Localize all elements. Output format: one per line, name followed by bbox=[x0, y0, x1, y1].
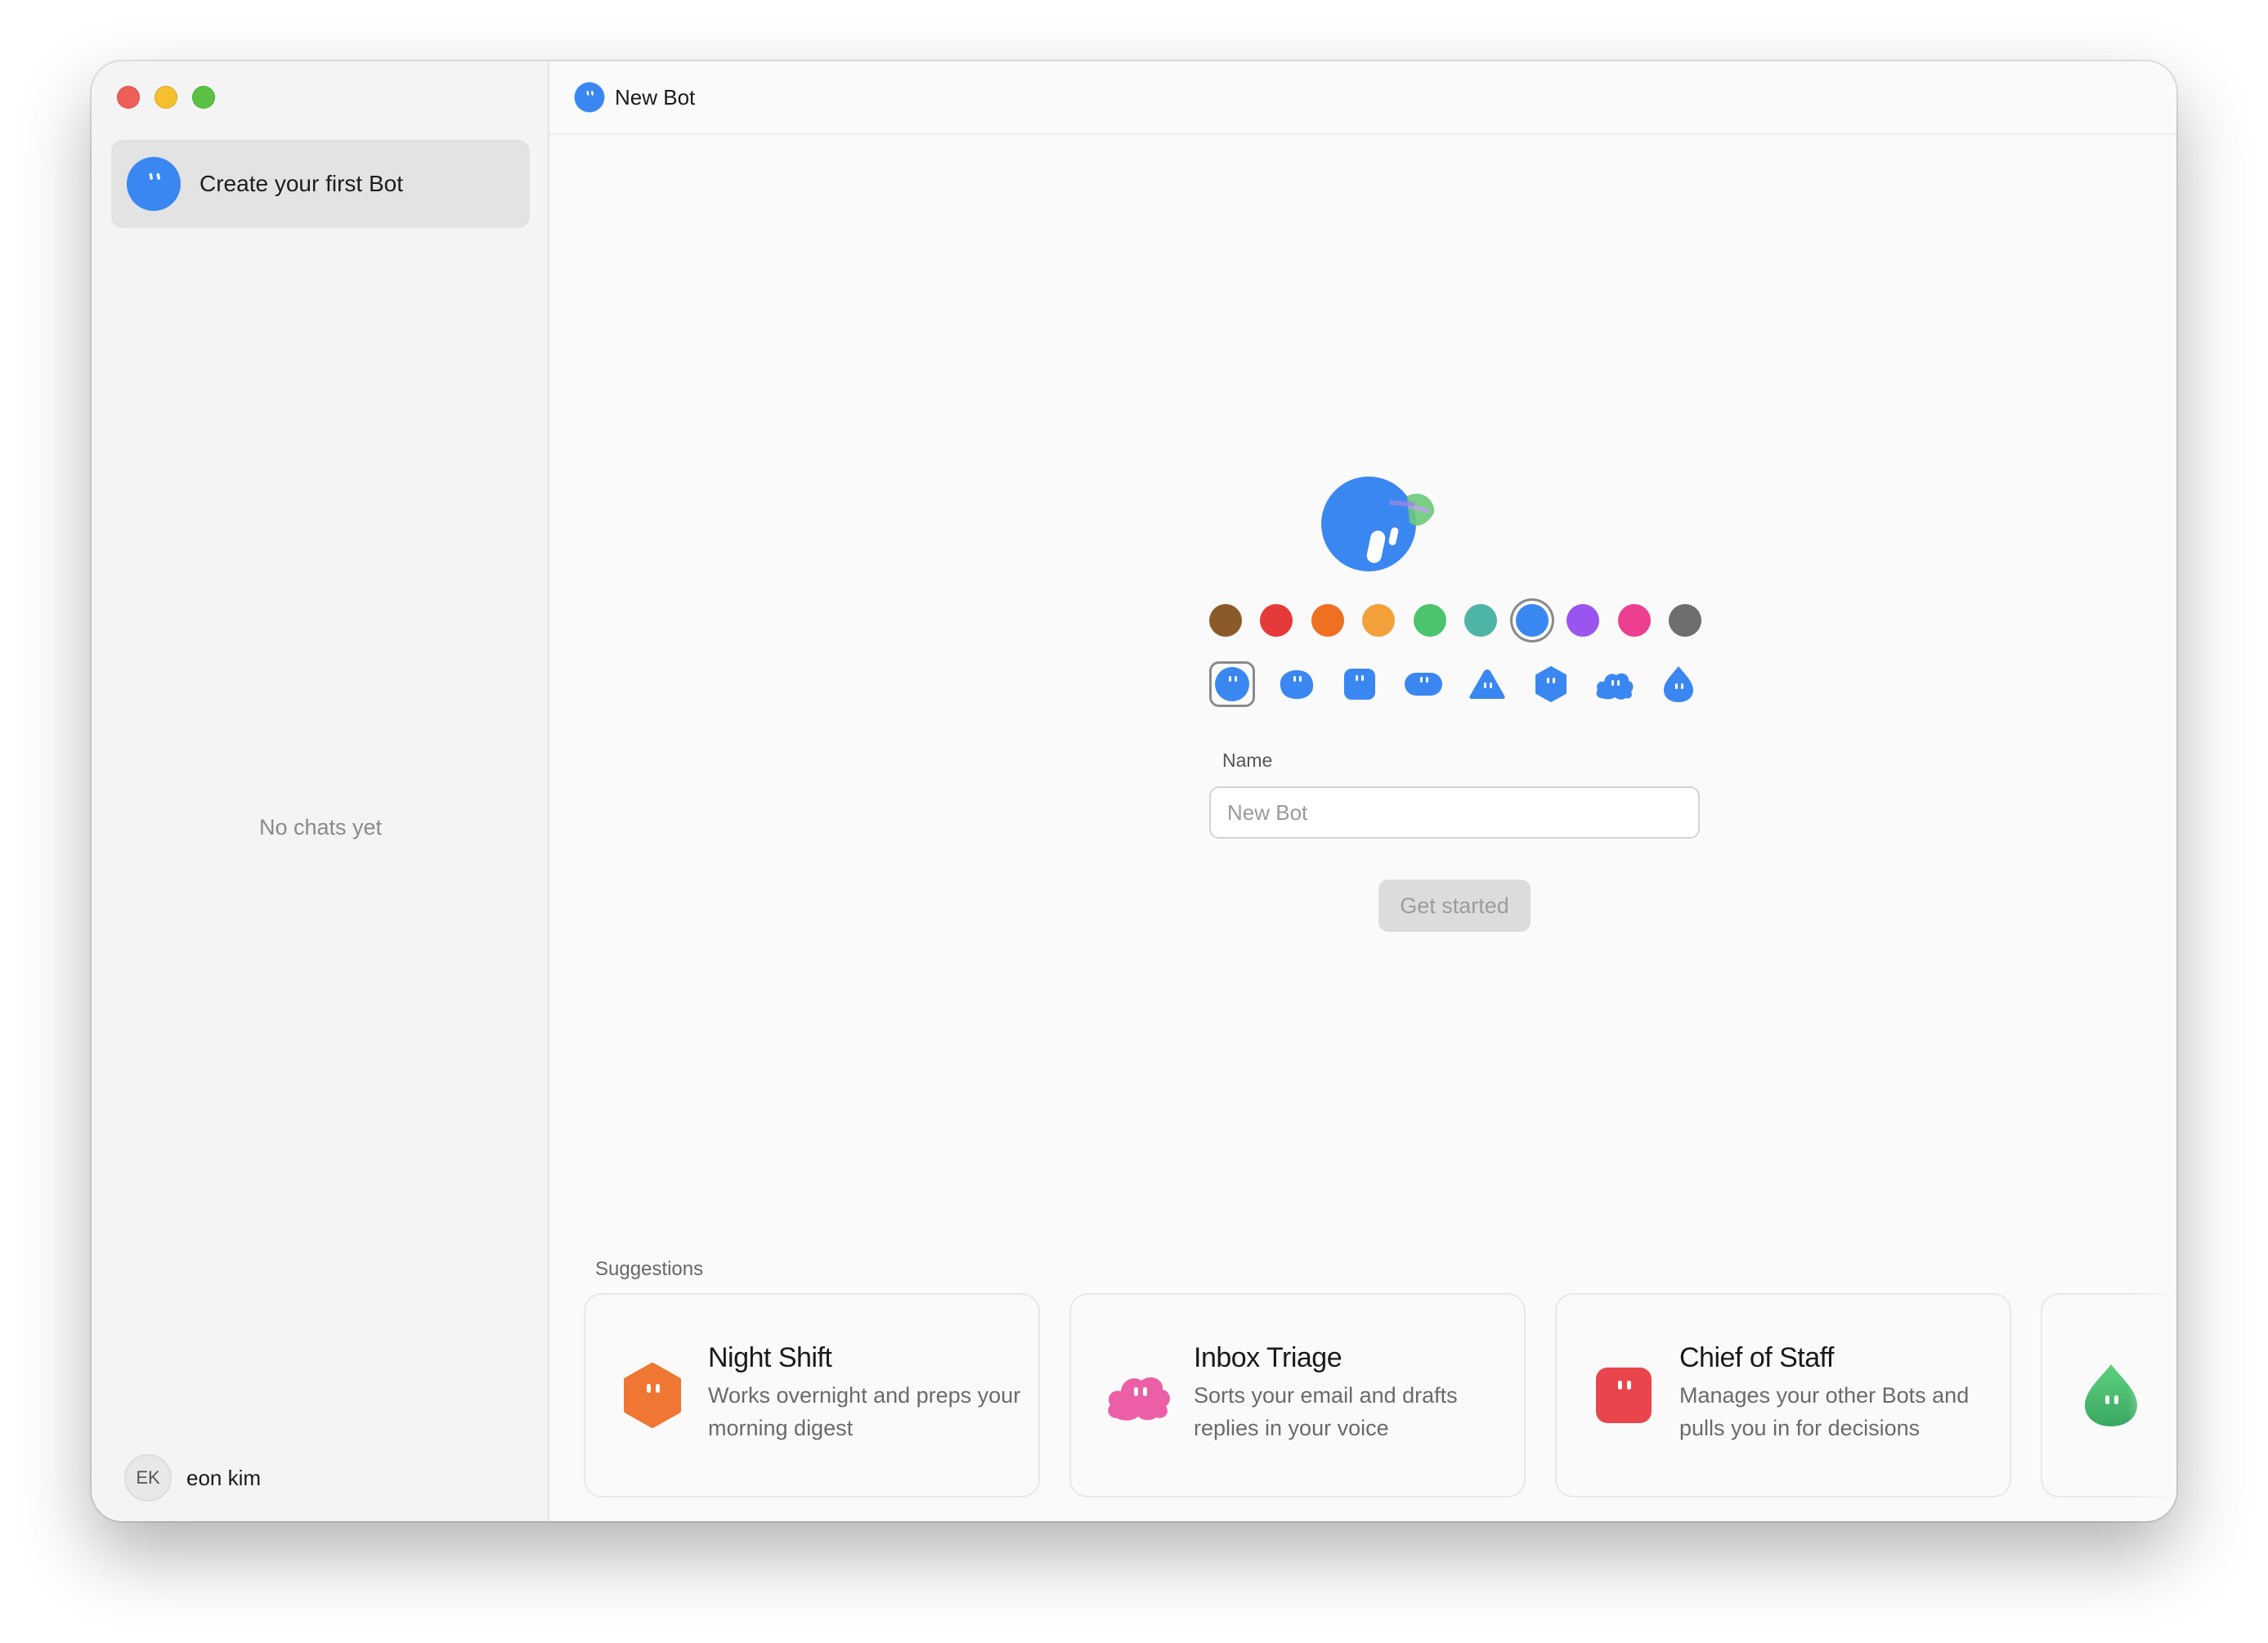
blob-bot-icon bbox=[127, 157, 181, 211]
user-name: eon kim bbox=[186, 1465, 262, 1490]
header: New Bot bbox=[549, 61, 2176, 135]
suggestion-card-inbox-triage[interactable]: Inbox Triage Sorts your email and drafts… bbox=[1069, 1293, 1526, 1498]
color-swatch-brown[interactable] bbox=[1209, 604, 1242, 637]
color-swatch-amber[interactable] bbox=[1362, 604, 1395, 637]
suggestions-list: Night Shift Works overnight and preps yo… bbox=[584, 1293, 2176, 1498]
shape-option-triangle[interactable] bbox=[1464, 661, 1510, 707]
blob-bot-icon bbox=[1280, 669, 1314, 700]
suggestion-title: Chief of Staff bbox=[1679, 1342, 1834, 1373]
sidebar: Create your first Bot No chats yet EK eo… bbox=[92, 61, 549, 1521]
minimize-window-button[interactable] bbox=[155, 86, 177, 109]
square-bot-icon bbox=[1344, 669, 1375, 700]
empty-chats-text: No chats yet bbox=[258, 815, 383, 839]
shape-option-circle[interactable] bbox=[1209, 661, 1255, 707]
suggestion-card-night-shift[interactable]: Night Shift Works overnight and preps yo… bbox=[584, 1293, 1040, 1498]
avatar: EK bbox=[124, 1454, 172, 1502]
window-controls bbox=[117, 86, 215, 109]
suggestion-description: Works overnight and preps your morning d… bbox=[708, 1383, 1021, 1440]
suggestion-description: Manages your other Bots and pulls you in… bbox=[1679, 1383, 1970, 1440]
drop-bot-icon bbox=[1664, 666, 1693, 702]
app-window: Create your first Bot No chats yet EK eo… bbox=[92, 61, 2176, 1521]
hexagon-bot-icon bbox=[1535, 666, 1567, 702]
shape-option-pill[interactable] bbox=[1401, 661, 1446, 707]
zoom-window-button[interactable] bbox=[192, 86, 215, 109]
scroll-fade bbox=[2127, 1287, 2176, 1500]
color-swatch-purple[interactable] bbox=[1567, 604, 1599, 637]
suggestion-description: Sorts your email and drafts replies in y… bbox=[1194, 1383, 1458, 1440]
hexagon-bot-icon bbox=[624, 1363, 681, 1428]
square-bot-icon bbox=[1596, 1368, 1652, 1423]
suggestion-text: Night Shift Works overnight and preps yo… bbox=[708, 1342, 1022, 1444]
color-swatch-orange[interactable] bbox=[1311, 604, 1344, 637]
color-swatch-gray[interactable] bbox=[1669, 604, 1701, 637]
shape-option-cloud[interactable] bbox=[1592, 661, 1638, 707]
color-swatch-pink[interactable] bbox=[1618, 604, 1651, 637]
color-swatch-teal[interactable] bbox=[1464, 604, 1497, 637]
close-window-button[interactable] bbox=[117, 86, 140, 109]
color-swatch-red[interactable] bbox=[1260, 604, 1293, 637]
sidebar-item-create-first-bot[interactable]: Create your first Bot bbox=[111, 140, 530, 228]
shape-option-square[interactable] bbox=[1337, 661, 1383, 707]
blob-bot-icon bbox=[574, 82, 605, 113]
sidebar-item-label: Create your first Bot bbox=[199, 171, 403, 196]
cloud-bot-icon bbox=[1108, 1377, 1170, 1421]
suggestion-text: Inbox Triage Sorts your email and drafts… bbox=[1194, 1342, 1508, 1444]
suggestion-title: Night Shift bbox=[708, 1342, 832, 1373]
suggestion-card-chief-of-staff[interactable]: Chief of Staff Manages your other Bots a… bbox=[1555, 1293, 2011, 1498]
page-title: New Bot bbox=[615, 84, 696, 110]
bot-name-input[interactable] bbox=[1209, 786, 1700, 839]
shape-option-hexagon[interactable] bbox=[1528, 661, 1574, 707]
pill-bot-icon bbox=[1405, 673, 1442, 696]
shape-option-drop[interactable] bbox=[1656, 661, 1701, 707]
shape-option-blob[interactable] bbox=[1273, 661, 1319, 707]
color-swatch-green[interactable] bbox=[1414, 604, 1446, 637]
suggestion-text: Chief of Staff Manages your other Bots a… bbox=[1679, 1342, 1993, 1444]
suggestion-title: Inbox Triage bbox=[1194, 1342, 1342, 1373]
name-label: Name bbox=[1222, 750, 1273, 771]
color-swatch-blue[interactable] bbox=[1516, 604, 1549, 637]
user-profile[interactable]: EK eon kim bbox=[124, 1454, 261, 1502]
main-panel: New Bot Name New Bot Get started Suggest… bbox=[549, 61, 2176, 1521]
cloud-bot-icon bbox=[1596, 673, 1634, 700]
bot-avatar-preview bbox=[1321, 477, 1435, 571]
triangle-bot-icon bbox=[1469, 669, 1505, 699]
get-started-button[interactable]: Get started bbox=[1378, 880, 1531, 932]
suggestions-label: Suggestions bbox=[595, 1258, 704, 1280]
circle-bot-icon bbox=[1215, 667, 1249, 701]
